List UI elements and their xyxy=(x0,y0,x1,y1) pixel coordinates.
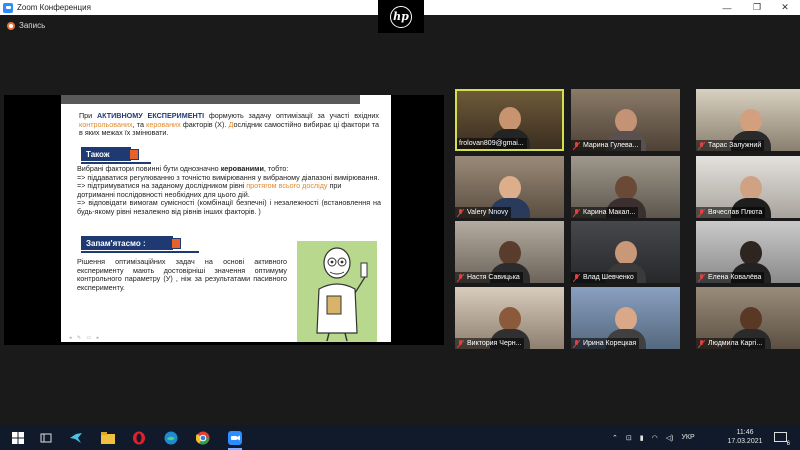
battery-icon[interactable]: ▮ xyxy=(640,434,644,442)
tag-remember: Запам'ятасмо : xyxy=(81,236,199,253)
video-tile[interactable]: Людмила Каргі... xyxy=(696,287,800,349)
mic-muted-icon xyxy=(457,208,464,217)
task-view-icon[interactable] xyxy=(37,429,55,447)
mic-muted-icon xyxy=(698,208,705,217)
volume-icon[interactable]: ◁) xyxy=(666,434,674,442)
video-tile[interactable]: Карина Макал... xyxy=(571,156,680,218)
maximize-button[interactable]: ❐ xyxy=(742,0,772,15)
chrome-browser-icon[interactable] xyxy=(194,429,212,447)
language-indicator[interactable]: УКР xyxy=(681,434,694,441)
hp-logo-text: hp xyxy=(390,5,412,28)
file-explorer-icon[interactable] xyxy=(99,429,117,447)
clock-date: 17.03.2021 xyxy=(727,438,763,445)
zoom-app-icon xyxy=(3,2,13,13)
recording-label: Запись xyxy=(19,21,46,30)
video-tile[interactable]: frolovan809@gmai... xyxy=(455,89,564,151)
recording-indicator[interactable]: Запись xyxy=(7,21,45,30)
mic-muted-icon xyxy=(573,273,580,282)
video-tile[interactable]: Влад Шевченко xyxy=(571,221,680,283)
system-tray: ⌃ ⊡ ▮ ◠ ◁) УКР xyxy=(612,425,695,450)
participant-name: Настя Савицька xyxy=(455,272,523,283)
participant-name: Елена Ковалёва xyxy=(696,272,765,283)
notifications-icon[interactable]: 6 xyxy=(772,429,790,447)
slide-show-controls[interactable]: ◂ ✎ ▭ ▸ xyxy=(69,335,101,341)
presentation-slide: При АКТИВНОМУ ЕКСПЕРИМЕНТІ формують зада… xyxy=(61,95,391,342)
tag-also: Також xyxy=(81,147,151,164)
participant-name: Марина Гулева... xyxy=(571,140,642,151)
zoom-screen: Zoom Конференция — ❐ ✕ Запись hp При АКТ… xyxy=(0,0,800,450)
mic-muted-icon xyxy=(698,339,705,348)
zoom-taskbar-icon[interactable] xyxy=(226,429,244,450)
network-icon[interactable]: ⊡ xyxy=(626,434,632,442)
hp-logo: hp xyxy=(378,0,424,33)
mic-muted-icon xyxy=(698,273,705,282)
bird-app-icon[interactable] xyxy=(67,429,85,447)
participant-name: Виктория Черн... xyxy=(455,338,525,349)
scientist-illustration xyxy=(297,241,377,342)
participant-name: Влад Шевченко xyxy=(571,272,637,283)
slide-paragraph-conclusion: Рішення оптимізаційних задач на основі а… xyxy=(77,257,287,292)
participant-name: Вячеслав Плюта xyxy=(696,207,766,218)
video-tile[interactable]: Valery Nnovy xyxy=(455,156,564,218)
video-tile[interactable]: Настя Савицька xyxy=(455,221,564,283)
record-icon xyxy=(7,21,15,30)
close-button[interactable]: ✕ xyxy=(770,0,800,15)
start-windows-icon[interactable] xyxy=(9,429,27,447)
mic-muted-icon xyxy=(573,141,580,150)
mic-muted-icon xyxy=(573,208,580,217)
mic-muted-icon xyxy=(457,339,464,348)
participant-name: Ирина Корецкая xyxy=(571,338,640,349)
edge-browser-icon[interactable] xyxy=(162,429,180,447)
video-tile[interactable]: Вячеслав Плюта xyxy=(696,156,800,218)
video-tile[interactable]: Елена Ковалёва xyxy=(696,221,800,283)
opera-browser-icon[interactable] xyxy=(130,429,148,447)
notification-count: 6 xyxy=(786,441,790,447)
minimize-button[interactable]: — xyxy=(712,0,742,15)
participant-name: Тарас Залужний xyxy=(696,140,765,151)
slide-paragraph-intro: При АКТИВНОМУ ЕКСПЕРИМЕНТІ формують зада… xyxy=(79,111,379,138)
wifi-icon[interactable]: ◠ xyxy=(652,434,658,442)
video-tile[interactable]: Виктория Черн... xyxy=(455,287,564,349)
mic-muted-icon xyxy=(573,339,580,348)
slide-paragraph-factors: Вибрані фактори повинні бути однозначно … xyxy=(77,164,381,216)
chevron-up-icon[interactable]: ⌃ xyxy=(612,434,618,442)
participant-name: Людмила Каргі... xyxy=(696,338,766,349)
mic-muted-icon xyxy=(457,273,464,282)
participant-name: Valery Nnovy xyxy=(455,207,512,218)
taskbar-clock[interactable]: 11:46 17.03.2021 xyxy=(727,428,763,446)
shared-screen[interactable]: При АКТИВНОМУ ЕКСПЕРИМЕНТІ формують зада… xyxy=(4,95,444,345)
mic-muted-icon xyxy=(698,141,705,150)
video-tile[interactable]: Ирина Корецкая xyxy=(571,287,680,349)
video-tile[interactable]: Тарас Залужний xyxy=(696,89,800,151)
window-title: Zoom Конференция xyxy=(17,3,91,12)
participant-name: frolovan809@gmai... xyxy=(457,138,527,149)
windows-taskbar: ⌃ ⊡ ▮ ◠ ◁) УКР 11:46 17.03.2021 6 xyxy=(0,425,800,450)
video-tile[interactable]: Марина Гулева... xyxy=(571,89,680,151)
participant-name: Карина Макал... xyxy=(571,207,639,218)
clock-time: 11:46 xyxy=(736,429,754,436)
slide-top-bar xyxy=(61,95,360,104)
